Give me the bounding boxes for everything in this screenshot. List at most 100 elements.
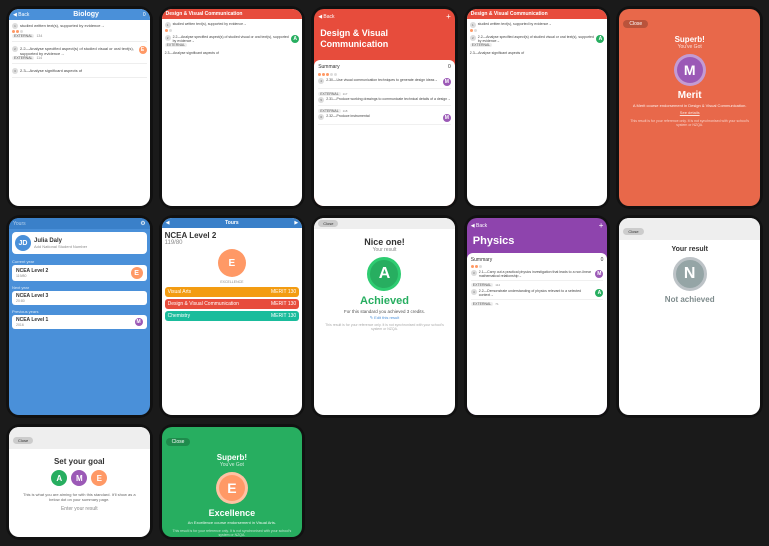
phone-not-achieved: Close Your result N Not achieved xyxy=(616,215,763,418)
achieved-header: Close xyxy=(314,218,455,229)
dv-title-block: Design & Visual Communication xyxy=(314,24,455,58)
set-goal-screen: Close Set your goal A M E This is what y… xyxy=(9,427,150,537)
dp-row-0: 1 studied written text(s), supported by … xyxy=(165,22,300,32)
set-goal-close[interactable]: Close xyxy=(13,437,33,444)
goal-achieved[interactable]: A xyxy=(51,470,67,486)
goal-merit[interactable]: M xyxy=(71,470,87,486)
achieved-label: Achieved xyxy=(360,295,409,307)
dv-summary-count: 0 xyxy=(448,64,451,70)
merit-close[interactable]: Close xyxy=(623,20,648,28)
dv-plus[interactable]: + xyxy=(446,12,451,21)
physics-std-0: 3 2.1—Carry out a practical physics inve… xyxy=(471,270,604,281)
merit-label: Merit xyxy=(619,90,760,101)
dv-summary-label: Summary xyxy=(318,64,339,70)
prev-qual-badge: M xyxy=(135,318,143,326)
not-achieved-label: Not achieved xyxy=(665,295,715,304)
set-goal-desc: This is what you are aiming for with thi… xyxy=(13,492,146,502)
ncea-badge: E xyxy=(218,249,246,277)
excellence-screen: Close Superb! You've Got E Excellence An… xyxy=(162,427,303,537)
current-year-label: Current year xyxy=(12,259,147,264)
physics-plus[interactable]: + xyxy=(599,221,604,230)
not-achieved-close[interactable]: Close xyxy=(623,228,643,235)
physics-std-1: 4 2.2—Demonstrate understanding of physi… xyxy=(471,289,604,300)
subject-name-0: Visual Arts xyxy=(168,289,192,295)
dv-std-0: 4 2.30—Use visual communication techniqu… xyxy=(318,78,451,89)
prev-year-block: Previous years NCEA Level 1 2016 M xyxy=(12,309,147,329)
biology-row-1: 2 2.2—Analyse specified aspect(s) of stu… xyxy=(12,46,147,64)
merit-desc: A Merit course endorsement in Design & V… xyxy=(619,103,760,108)
dtr-header: Design & Visual Communication xyxy=(467,9,608,19)
back-button[interactable]: ◀ Back xyxy=(13,12,29,18)
biology-content: 1 studied written text(s), supported by … xyxy=(9,20,150,206)
prev-qual-card: NCEA Level 1 2016 M xyxy=(12,315,147,329)
merit-see-detail[interactable]: See details xyxy=(619,110,760,115)
phone-set-goal: Close Set your goal A M E This is what y… xyxy=(6,424,153,540)
phone-achieved: Close Nice one! Your result A Achieved F… xyxy=(311,215,458,418)
design-top-right-screen: Design & Visual Communication 1 studied … xyxy=(467,9,608,206)
physics-title-block: Physics xyxy=(467,233,608,253)
physics-header: ◀ Back + xyxy=(467,218,608,233)
subject-visual-arts[interactable]: Visual Arts MERIT 130 xyxy=(165,287,300,297)
excellence-superb: Superb! xyxy=(162,451,303,462)
design-partial-content: 1 studied written text(s), supported by … xyxy=(162,19,303,61)
physics-summary-label: Summary xyxy=(471,257,492,263)
physics-title: Physics xyxy=(473,235,602,247)
phone-design-top-right: Design & Visual Communication 1 studied … xyxy=(464,6,611,209)
profile-header-icon: ⚙ xyxy=(140,220,145,227)
ncea-header: ◀ Tours ▶ xyxy=(162,218,303,228)
physics-back[interactable]: ◀ Back xyxy=(471,223,487,229)
achieved-badge: A xyxy=(367,257,401,291)
biology-row-2: 3 2.3—Analyse significant aspects of xyxy=(12,68,147,78)
enter-result-label: Enter your result xyxy=(61,506,98,512)
phone-grid: ◀ Back Biology 0 1 studied written text(… xyxy=(0,0,769,546)
reference-note: This result is for your reference only. … xyxy=(318,323,451,331)
biology-header: ◀ Back Biology 0 xyxy=(9,9,150,20)
excellence-close[interactable]: Close xyxy=(166,438,191,446)
goal-excellence[interactable]: E xyxy=(91,470,107,486)
edit-result[interactable]: ✎ Edit this result xyxy=(370,315,400,320)
phone-design-visual: ◀ Back + Design & Visual Communication S… xyxy=(311,6,458,209)
ncea-content: NCEA Level 2 119/80 E EXCELLENCE Visual … xyxy=(162,228,303,326)
ncea-next[interactable]: ▶ xyxy=(294,220,298,226)
subject-name-1: Design & Visual Communication xyxy=(168,301,239,307)
dtr-content: 1 studied written text(s), supported by … xyxy=(467,19,608,58)
phone-design-partial-top: Design & Visual Communication 1 studied … xyxy=(159,6,306,209)
design-partial-screen: Design & Visual Communication 1 studied … xyxy=(162,9,303,206)
achieved-content: Nice one! Your result A Achieved For thi… xyxy=(314,229,455,415)
subject-name-2: Chemistry xyxy=(168,313,191,319)
subject-credits-0: MERIT 130 xyxy=(271,289,296,295)
excellence-label: Excellence xyxy=(162,508,303,518)
ncea-level-title: NCEA Level 2 xyxy=(165,231,217,240)
profile-avatar: JD xyxy=(15,235,31,251)
profile-card: JD Julia Daly Add National Student Numbe… xyxy=(12,232,147,254)
subject-chemistry[interactable]: Chemistry MERIT 130 xyxy=(165,311,300,321)
next-year-label: Next year xyxy=(12,285,147,290)
current-qual-badge: E xyxy=(131,267,143,279)
achieved-close[interactable]: Close xyxy=(318,220,338,227)
merit-superb: Superb! xyxy=(619,33,760,44)
dv-back[interactable]: ◀ Back xyxy=(318,14,334,20)
result-label: Your result xyxy=(373,247,397,253)
prev-year-label: Previous years xyxy=(12,309,147,314)
achieved-screen: Close Nice one! Your result A Achieved F… xyxy=(314,218,455,415)
physics-summary-count: 0 xyxy=(601,257,604,263)
not-achieved-screen: Close Your result N Not achieved xyxy=(619,218,760,415)
excellence-you-got: You've Got xyxy=(162,462,303,468)
excellence-badge: E xyxy=(216,472,248,504)
subject-design[interactable]: Design & Visual Communication MERIT 130 xyxy=(165,299,300,309)
current-qual-card: NCEA Level 2 119/80 E xyxy=(12,265,147,281)
biology-title: Biology xyxy=(73,11,99,18)
subject-credits-1: MERIT 130 xyxy=(271,301,296,307)
design-partial-header: Design & Visual Communication xyxy=(162,9,303,19)
dv-std-1: 5 2.31—Produce working drawings to commu… xyxy=(318,97,451,106)
phone-ncea-level2: ◀ Tours ▶ NCEA Level 2 119/80 E EXCELLEN… xyxy=(159,215,306,418)
ncea-level2-screen: ◀ Tours ▶ NCEA Level 2 119/80 E EXCELLEN… xyxy=(162,218,303,415)
merit-footer: This result is for your reference only. … xyxy=(619,119,760,127)
current-qual-sub: 119/80 xyxy=(16,274,48,278)
next-year-block: Next year NCEA Level 3 20:80 xyxy=(12,285,147,305)
ncea-back[interactable]: ◀ xyxy=(166,220,170,226)
phone-biology: ◀ Back Biology 0 1 studied written text(… xyxy=(6,6,153,209)
dv-content: Summary 0 4 2.30—Use visual communicatio… xyxy=(314,60,455,206)
subject-credits-2: MERIT 130 xyxy=(271,313,296,319)
phone-excellence: Close Superb! You've Got E Excellence An… xyxy=(159,424,306,540)
